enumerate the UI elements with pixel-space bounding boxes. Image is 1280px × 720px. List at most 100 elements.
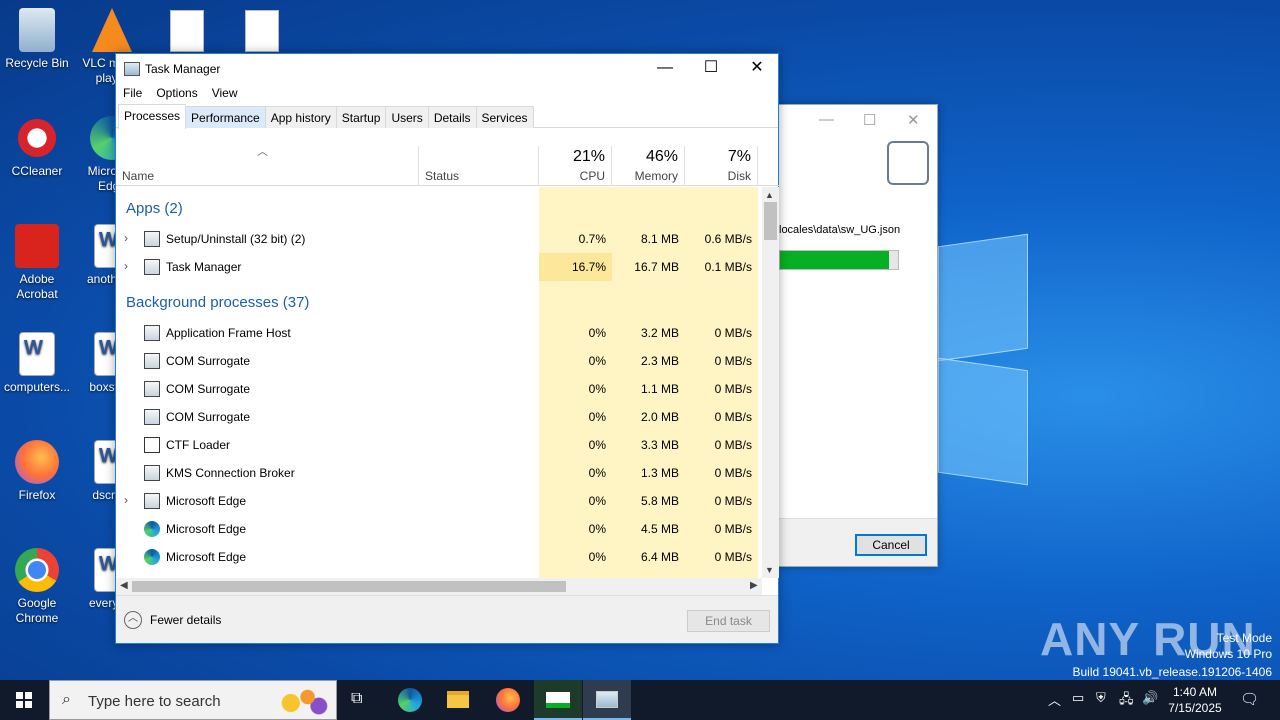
clock-time: 1:40 AM (1172, 685, 1218, 699)
network-icon[interactable]: 🖧 (1119, 690, 1134, 720)
task-manager-titlebar[interactable]: Task Manager — ☐ ✕ (116, 54, 778, 84)
tab-app-history[interactable]: App history (264, 106, 337, 128)
process-name: KMS Connection Broker (166, 466, 295, 480)
tab-processes[interactable]: Processes (118, 104, 187, 129)
expand-chevron-icon[interactable]: › (124, 231, 128, 245)
desktop-icon-ccleaner[interactable]: CCleaner (1, 116, 73, 179)
desktop-icon-chrome[interactable]: Google Chrome (1, 548, 73, 626)
desktop-file-icon[interactable] (170, 10, 204, 52)
process-row[interactable]: Microsoft Edge 0% 6.4 MB 0 MB/s (116, 543, 758, 571)
process-window-icon (144, 409, 160, 425)
tab-details[interactable]: Details (427, 106, 477, 128)
maximize-icon[interactable]: ☐ (863, 111, 876, 129)
process-memory: 2.3 MB (640, 354, 679, 368)
fewer-details-button[interactable]: ︿ Fewer details (124, 611, 221, 629)
process-row[interactable]: CTF Loader 0% 3.3 MB 0 MB/s (116, 431, 758, 459)
task-manager-window[interactable]: Task Manager — ☐ ✕ File Options View Pro… (115, 53, 780, 644)
minimize-button[interactable]: — (642, 54, 688, 84)
desktop-icon-firefox[interactable]: Firefox (1, 440, 73, 503)
minimize-icon[interactable]: — (819, 111, 834, 128)
process-row[interactable]: COM Surrogate 0% 2.3 MB 0 MB/s (116, 347, 758, 375)
process-row[interactable]: › Setup/Uninstall (32 bit) (2) 0.7% 8.1 MB 0… (116, 225, 758, 253)
task-view-button[interactable]: ⧉ (336, 680, 384, 720)
horizontal-scroll-thumb[interactable] (132, 581, 566, 592)
expand-chevron-icon[interactable]: › (124, 259, 128, 273)
volume-icon[interactable]: 🔊 (1142, 690, 1158, 720)
scroll-up-icon[interactable]: ▲ (765, 190, 774, 200)
taskbar-file-explorer[interactable] (434, 680, 482, 720)
desktop-icon-label: computers... (3, 380, 71, 394)
tab-services[interactable]: Services (475, 106, 534, 128)
clock-date: 7/15/2025 (1168, 701, 1222, 715)
process-name: Application Frame Host (166, 326, 291, 340)
desktop-icon-label: Adobe Acrobat (16, 272, 58, 301)
taskbar-firefox[interactable] (484, 680, 532, 720)
tab-users[interactable]: Users (385, 106, 429, 128)
taskbar-task-manager[interactable] (583, 680, 631, 720)
process-memory: 16.7 MB (634, 260, 679, 274)
process-name: Setup/Uninstall (32 bit) (2) (166, 232, 306, 246)
column-header-cpu[interactable]: 21% CPU (539, 146, 612, 186)
process-name: COM Surrogate (166, 354, 251, 368)
taskbar-edge[interactable] (386, 680, 434, 720)
menu-options[interactable]: Options (149, 84, 204, 104)
vertical-scroll-thumb[interactable] (764, 202, 777, 240)
installer-titlebar[interactable]: — ☐ ✕ (771, 105, 937, 135)
close-button[interactable]: ✕ (734, 54, 780, 84)
task-manager-icon (596, 691, 618, 708)
search-placeholder: Type here to search (88, 693, 221, 710)
process-window-icon (144, 465, 160, 481)
taskbar-clock[interactable]: 1:40 AM 7/15/2025 (1160, 684, 1230, 716)
menu-file[interactable]: File (116, 84, 149, 104)
process-memory: 8.1 MB (640, 232, 679, 246)
horizontal-scrollbar[interactable]: ◀ ▶ (116, 578, 762, 595)
desktop-icon-adobe-acrobat[interactable]: Adobe Acrobat (1, 224, 73, 302)
process-disk: 0 MB/s (714, 494, 752, 508)
windows-edition-text: Windows 10 Pro (1184, 647, 1272, 661)
desktop-icon-recycle-bin[interactable]: Recycle Bin (1, 8, 73, 71)
process-row[interactable]: Microsoft Edge 0% 4.5 MB 0 MB/s (116, 515, 758, 543)
cancel-button[interactable]: Cancel (855, 534, 927, 556)
process-disk: 0.1 MB/s (704, 260, 752, 274)
end-task-button[interactable]: End task (687, 610, 770, 632)
build-text: Build 19041.vb_release.191206-1406 (1072, 665, 1273, 679)
desktop-file-icon[interactable] (245, 10, 279, 52)
process-row[interactable]: COM Surrogate 0% 1.1 MB 0 MB/s (116, 375, 758, 403)
tab-performance[interactable]: Performance (185, 106, 266, 128)
show-hidden-icons-chevron[interactable]: ︿ (1048, 690, 1061, 720)
tablet-icon[interactable]: ▭ (1072, 690, 1084, 720)
process-row[interactable]: COM Surrogate 0% 2.0 MB 0 MB/s (116, 403, 758, 431)
installer-progress-bar (779, 250, 899, 270)
column-header-status[interactable]: Status (419, 146, 539, 186)
scroll-left-icon[interactable]: ◀ (120, 580, 128, 591)
start-button[interactable] (0, 680, 48, 720)
vertical-scrollbar[interactable]: ▲ ▼ (762, 187, 779, 578)
process-row[interactable]: › Microsoft Edge 0% 5.8 MB 0 MB/s (116, 487, 758, 515)
process-disk: 0.6 MB/s (704, 232, 752, 246)
taskbar-search-box[interactable]: ⌕ Type here to search (49, 680, 337, 720)
maximize-button[interactable]: ☐ (688, 54, 734, 84)
process-memory: 2.0 MB (640, 410, 679, 424)
column-header-disk[interactable]: 7% Disk (685, 146, 758, 186)
scroll-down-icon[interactable]: ▼ (765, 565, 774, 575)
process-row[interactable]: › Task Manager 16.7% 16.7 MB 0.1 MB/s (116, 253, 758, 281)
desktop-icon-word-doc[interactable]: W computers... (1, 332, 73, 395)
installer-footer: Cancel (771, 518, 937, 566)
security-icon[interactable]: ⛨ (1096, 690, 1106, 720)
expand-chevron-icon[interactable]: › (124, 493, 128, 507)
process-row[interactable]: Application Frame Host 0% 3.2 MB 0 MB/s (116, 319, 758, 347)
taskbar-installer[interactable] (534, 680, 582, 720)
column-header-name[interactable]: Name (116, 146, 419, 186)
process-cpu: 16.7% (571, 260, 606, 274)
process-memory: 4.5 MB (640, 522, 679, 536)
menu-view[interactable]: View (205, 84, 245, 104)
process-window-icon (144, 325, 160, 341)
process-row[interactable]: KMS Connection Broker 0% 1.3 MB 0 MB/s (116, 459, 758, 487)
notifications-icon[interactable]: 🗨 (1240, 690, 1259, 720)
close-icon[interactable]: ✕ (907, 111, 920, 129)
scroll-right-icon[interactable]: ▶ (750, 580, 758, 591)
installer-window[interactable]: — ☐ ✕ locales\data\sw_UG.json Cancel (770, 104, 938, 567)
column-header-memory[interactable]: 46% Memory (612, 146, 685, 186)
tab-startup[interactable]: Startup (335, 106, 387, 128)
tab-bar: Processes Performance App history Startu… (116, 104, 778, 129)
